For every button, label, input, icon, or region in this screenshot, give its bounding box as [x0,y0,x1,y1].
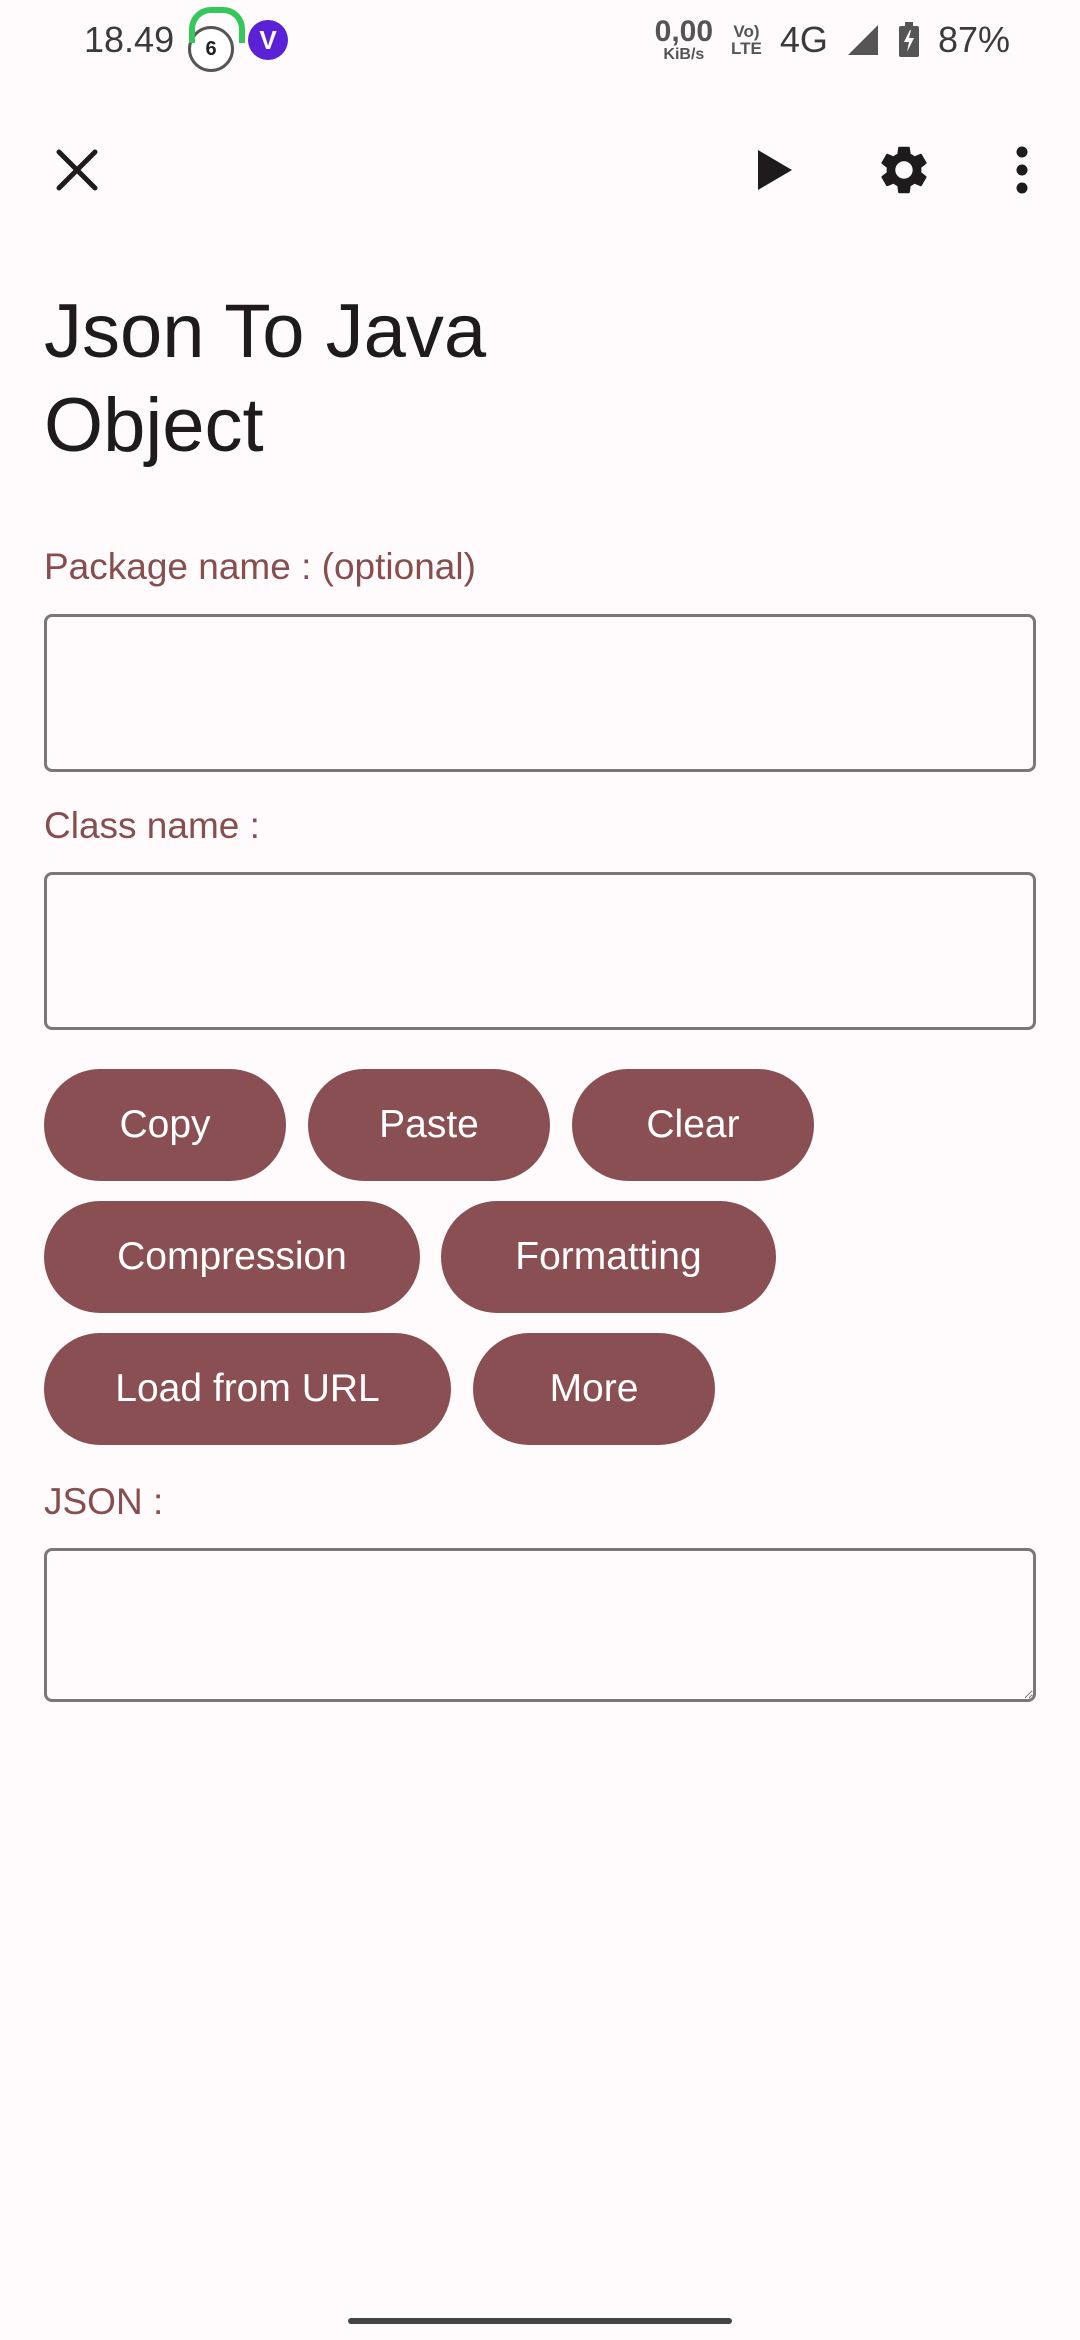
class-name-input[interactable] [44,872,1036,1030]
battery-icon [898,22,920,58]
top-app-bar [0,120,1080,220]
battery-percent: 87% [937,19,1010,60]
settings-button[interactable] [872,138,936,202]
play-icon [758,150,792,190]
copy-button[interactable]: Copy [44,1069,286,1181]
home-indicator[interactable] [348,2318,732,2324]
page-title: Json To Java Object [44,285,744,473]
more-vert-icon [1016,146,1028,194]
status-time: 18.49 [84,19,175,60]
run-button[interactable] [742,138,806,202]
vpn-icon: V [248,20,289,60]
package-name-input[interactable] [44,614,1036,772]
page-title-line2: Object [44,383,264,468]
close-icon [56,149,98,191]
formatting-button[interactable]: Formatting [441,1201,776,1313]
json-label: JSON : [44,1481,164,1522]
json-input[interactable] [44,1548,1036,1702]
load-from-url-button[interactable]: Load from URL [44,1333,451,1445]
net-speed-value: 0,00 [654,15,714,48]
signal-icon [846,23,880,57]
clear-button[interactable]: Clear [572,1069,814,1181]
paste-button[interactable]: Paste [308,1069,550,1181]
status-bar: 18.49 6 V 0,00 KiB/s Vo) LTE 4G 87% [0,0,1080,80]
gear-icon [881,146,927,194]
volte-top: Vo) [733,22,760,41]
net-speed-unit: KiB/s [663,46,705,63]
status-left: 18.49 6 V [84,7,289,72]
status-right: 0,00 KiB/s Vo) LTE 4G 87% [655,17,1010,63]
more-options-button[interactable] [990,138,1054,202]
screen: 18.49 6 V 0,00 KiB/s Vo) LTE 4G 87% Json… [0,0,1080,2340]
network-type: 4G [779,19,828,60]
page-title-line1: Json To Java [44,289,487,374]
more-button[interactable]: More [473,1333,715,1445]
notification-badge: 6 [188,7,246,72]
class-name-label: Class name : [44,805,260,846]
volte-icon: Vo) LTE [731,23,762,57]
close-button[interactable] [45,138,109,202]
volte-bottom: LTE [731,39,762,58]
net-speed: 0,00 KiB/s [655,17,713,63]
compression-button[interactable]: Compression [44,1201,420,1313]
package-name-label: Package name : (optional) [44,546,476,587]
